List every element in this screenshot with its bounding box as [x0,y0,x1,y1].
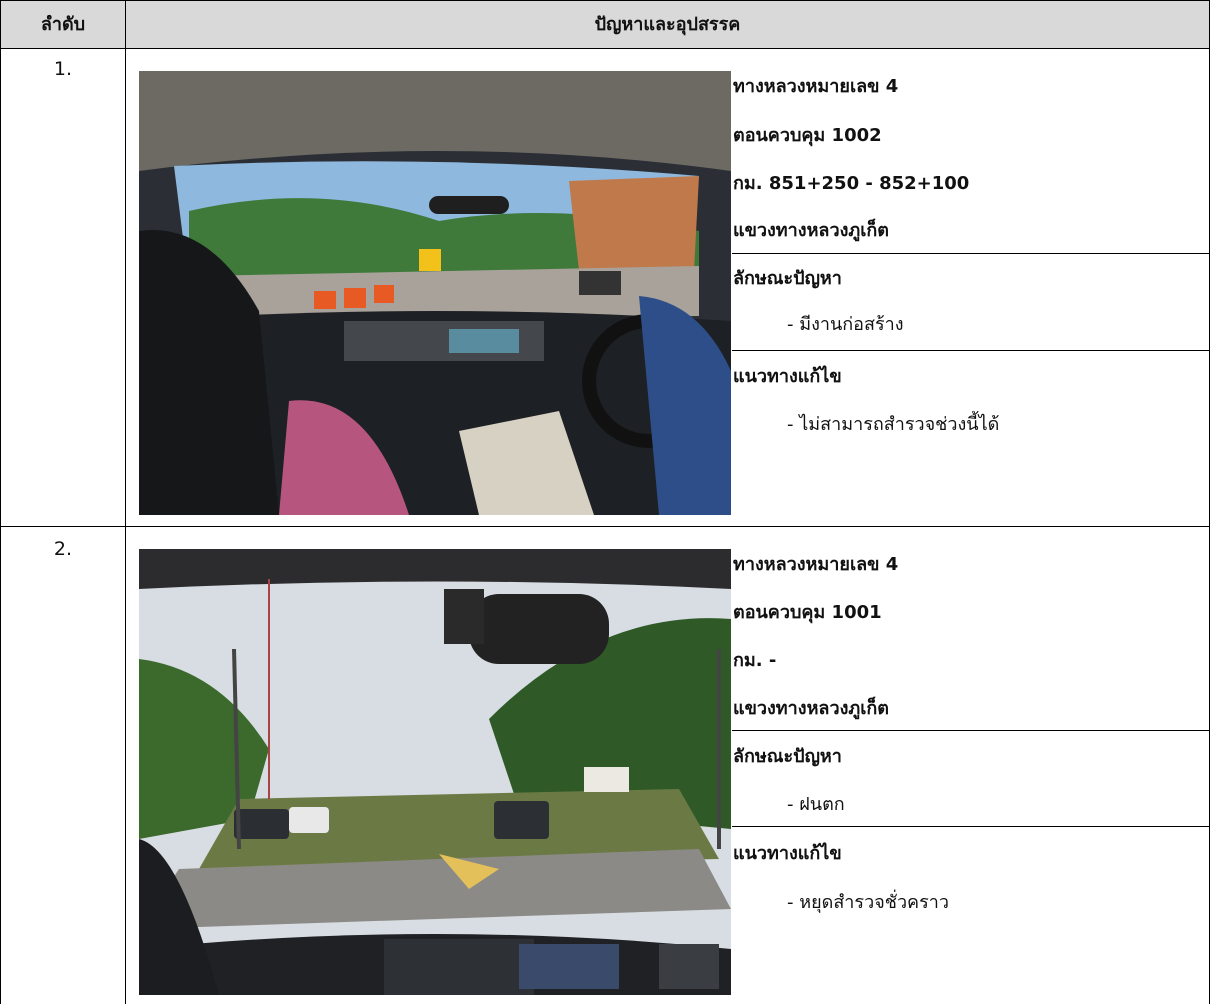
grid-line [125,0,126,1004]
location-line: กม. 851+250 - 852+100 [733,173,970,194]
grid-line [0,0,1,1004]
problem-text: - มีงานก่อสร้าง [787,314,904,335]
location-line: แขวงทางหลวงภูเก็ต [733,220,889,241]
grid-line [732,350,1210,351]
row-number: 1. [53,58,73,80]
grid-line [0,526,1210,527]
solution-text: - ไม่สามารถสำรวจช่วงนี้ได้ [787,414,1000,435]
problems-table: ลำดับ ปัญหาและอุปสรรค 1. ทางหลวงหมายเลข … [0,0,1210,1004]
location-line: แขวงทางหลวงภูเก็ต [733,698,889,719]
solution-title: แนวทางแก้ไข [733,366,842,387]
location-line: ตอนควบคุม 1002 [733,125,882,146]
location-line: ทางหลวงหมายเลข 4 [733,76,899,97]
problem-title: ลักษณะปัญหา [733,746,842,767]
grid-line [0,0,1210,1]
solution-text: - หยุดสำรวจชั่วคราว [787,892,949,913]
grid-line [732,826,1210,827]
header-order: ลำดับ [40,14,86,35]
solution-title: แนวทางแก้ไข [733,843,842,864]
problem-text: - ฝนตก [787,794,845,815]
location-line: กม. - [733,650,777,671]
header-problem: ปัญหาและอุปสรรค [594,14,741,35]
grid-line [732,730,1210,731]
location-line: ตอนควบคุม 1001 [733,602,882,623]
car-dashboard-highway-photo [139,549,731,995]
grid-line [732,253,1210,254]
problem-title: ลักษณะปัญหา [733,268,842,289]
location-line: ทางหลวงหมายเลข 4 [733,554,899,575]
car-dashboard-construction-road-photo [139,71,731,515]
grid-line [0,48,1210,49]
row-number: 2. [53,538,73,560]
